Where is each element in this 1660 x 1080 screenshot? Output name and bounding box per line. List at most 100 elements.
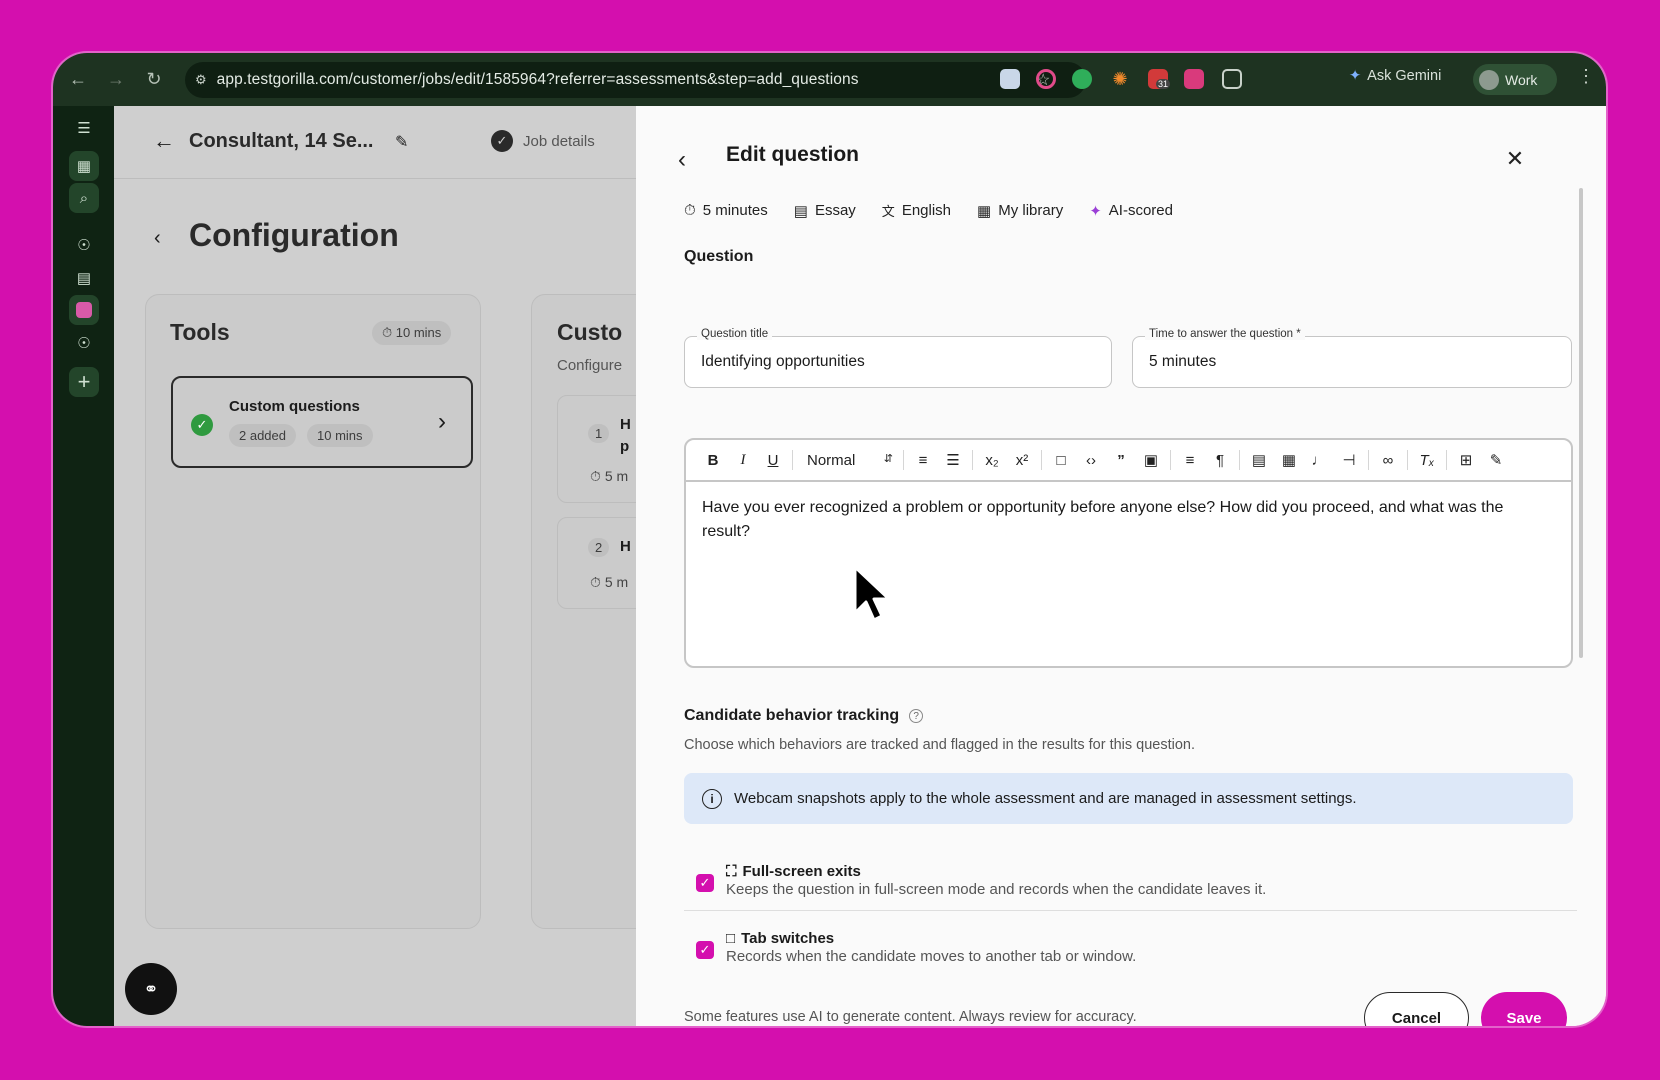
avatar bbox=[1479, 69, 1499, 90]
image-icon[interactable]: ▤ bbox=[1244, 445, 1274, 475]
collapse-menu-icon[interactable]: ☰ bbox=[69, 113, 99, 143]
floating-action-button[interactable]: ⚭ bbox=[125, 963, 177, 1015]
question-section-heading: Question bbox=[684, 248, 754, 265]
extension-icon-2[interactable] bbox=[1036, 69, 1056, 89]
ask-gemini-button[interactable]: ✦ Ask Gemini bbox=[1349, 68, 1441, 84]
tools-duration: 10 mins bbox=[395, 325, 442, 340]
extension-icon-6[interactable] bbox=[1184, 69, 1204, 89]
search-list-icon[interactable]: ⌕ bbox=[69, 183, 99, 213]
link-icon[interactable]: ∞ bbox=[1373, 445, 1403, 475]
meta-language: 文 English bbox=[882, 201, 951, 220]
site-settings-icon[interactable]: ⚙ bbox=[195, 72, 207, 88]
table-edit-icon[interactable]: ✎ bbox=[1481, 445, 1511, 475]
tracking-title: Candidate behavior tracking bbox=[684, 707, 900, 724]
save-button[interactable]: Save bbox=[1481, 992, 1567, 1026]
brand-icon[interactable] bbox=[69, 295, 99, 325]
sparkle-icon: ✦ bbox=[1089, 202, 1102, 220]
fullscreen-icon: ⛶ bbox=[726, 863, 737, 880]
custom-panel-subtitle: Configure bbox=[557, 357, 623, 374]
meta-time: ⏱ 5 minutes bbox=[684, 201, 768, 220]
attachment-icon[interactable]: ⊣ bbox=[1334, 445, 1364, 475]
extensions-puzzle-icon[interactable] bbox=[1222, 69, 1242, 89]
scrollbar[interactable] bbox=[1579, 188, 1583, 658]
page-title: Configuration bbox=[189, 217, 399, 253]
video-icon[interactable]: ▦ bbox=[1274, 445, 1304, 475]
meta-scoring: ✦ AI-scored bbox=[1089, 201, 1173, 220]
ordered-list-icon[interactable]: ≡ bbox=[908, 445, 938, 475]
forward-icon[interactable]: → bbox=[103, 67, 129, 93]
back-chevron-icon[interactable]: ‹ bbox=[678, 146, 686, 174]
question-time: ⏱ 5 m bbox=[590, 574, 629, 590]
time-to-answer-label: Time to answer the question * bbox=[1145, 328, 1305, 340]
quote-icon[interactable]: ” bbox=[1106, 445, 1136, 475]
profile-button[interactable]: Work bbox=[1473, 64, 1557, 95]
bullet-list-icon[interactable]: ☰ bbox=[938, 445, 968, 475]
subscript-icon[interactable]: x₂ bbox=[977, 445, 1007, 475]
tab-switches-checkbox[interactable]: ✓ bbox=[696, 941, 714, 959]
browser-menu-icon[interactable]: ⋮ bbox=[1577, 66, 1595, 87]
app-sidebar: ☰ ▦ ⌕ ☉ ▤ ☉ + bbox=[53, 106, 114, 1026]
grammarly-icon[interactable] bbox=[1072, 69, 1092, 89]
gemini-icon: ✦ bbox=[1349, 68, 1362, 84]
back-arrow-icon[interactable]: ← bbox=[153, 128, 175, 154]
glasses-icon: ⚭ bbox=[143, 978, 159, 999]
extension-burst-icon[interactable]: ✺ bbox=[1110, 69, 1130, 89]
edit-question-panel: ‹ Edit question ✕ ⏱ 5 minutes ▤ Essay 文 Eng… bbox=[636, 106, 1606, 1026]
add-icon[interactable]: + bbox=[69, 367, 99, 397]
audio-icon[interactable]: ♩ bbox=[1304, 445, 1334, 475]
question-title-field[interactable]: Question title Identifying opportunities bbox=[684, 328, 1112, 388]
extension-icon-1[interactable] bbox=[1000, 69, 1020, 89]
close-icon[interactable]: ✕ bbox=[1500, 144, 1530, 174]
cancel-button[interactable]: Cancel bbox=[1364, 992, 1469, 1026]
underline-icon[interactable]: U bbox=[758, 445, 788, 475]
custom-questions-card[interactable]: ✓ Custom questions 2 added 10 mins › bbox=[171, 376, 473, 468]
question-title-partial: H bbox=[620, 538, 631, 555]
edit-pencil-icon[interactable]: ✎ bbox=[395, 132, 408, 152]
question-card-1[interactable]: 1 H p ⏱ 5 m bbox=[557, 395, 636, 503]
toolbar-divider bbox=[972, 450, 973, 470]
address-bar[interactable]: ⚙ app.testgorilla.com/customer/jobs/edit… bbox=[185, 62, 1086, 98]
inline-code-icon[interactable]: ‹› bbox=[1076, 445, 1106, 475]
question-card-2[interactable]: 2 H ⏱ 5 m bbox=[557, 517, 636, 609]
fullscreen-exits-title: ⛶ Full-screen exits bbox=[726, 863, 861, 880]
dashboard-icon[interactable]: ▦ bbox=[69, 151, 99, 181]
custom-panel-title: Custo bbox=[557, 319, 623, 345]
job-details-step[interactable]: Job details bbox=[523, 133, 595, 150]
question-time-value: 5 m bbox=[604, 468, 629, 484]
chrome-icon[interactable]: ☉ bbox=[69, 230, 99, 260]
calendar-extension-icon[interactable]: 31 bbox=[1148, 69, 1171, 89]
tracking-heading: Candidate behavior tracking ? bbox=[684, 707, 924, 725]
toolbar-divider bbox=[1239, 450, 1240, 470]
meta-source: ▦ My library bbox=[977, 201, 1063, 220]
reload-icon[interactable]: ↻ bbox=[141, 67, 167, 93]
question-number: 1 bbox=[588, 424, 610, 443]
embed-icon[interactable]: ▣ bbox=[1136, 445, 1166, 475]
custom-questions-panel: Custo Configure 1 H p ⏱ 5 m 2 H ⏱ 5 m bbox=[531, 294, 636, 929]
time-to-answer-field[interactable]: Time to answer the question * 5 minutes bbox=[1132, 328, 1572, 388]
superscript-icon[interactable]: x² bbox=[1007, 445, 1037, 475]
fullscreen-exits-desc: Keeps the question in full-screen mode a… bbox=[726, 881, 1267, 898]
fullscreen-exits-label: Full-screen exits bbox=[742, 863, 861, 880]
code-block-icon[interactable]: □ bbox=[1046, 445, 1076, 475]
fullscreen-exits-checkbox[interactable]: ✓ bbox=[696, 874, 714, 892]
rich-text-editor[interactable]: B I U Normal ⇵ ≡ ☰ x₂ x² □ ‹› ” ▣ ≡ ¶ ▤ … bbox=[684, 438, 1573, 668]
browser-toolbar: ← → ↻ ⚙ app.testgorilla.com/customer/job… bbox=[53, 53, 1606, 106]
insert-table-icon[interactable]: ⊞ bbox=[1451, 445, 1481, 475]
clear-format-icon[interactable]: Tₓ bbox=[1412, 445, 1442, 475]
italic-icon[interactable]: I bbox=[728, 445, 758, 475]
help-circle-icon[interactable]: ? bbox=[909, 709, 924, 723]
bold-icon[interactable]: B bbox=[698, 445, 728, 475]
format-select[interactable]: Normal ⇵ bbox=[797, 452, 899, 469]
format-select-value: Normal bbox=[807, 451, 856, 469]
question-title-value: Identifying opportunities bbox=[701, 353, 865, 370]
editor-content[interactable]: Have you ever recognized a problem or op… bbox=[686, 482, 1571, 558]
document-icon: ▤ bbox=[793, 202, 808, 220]
chevron-left-icon[interactable]: ‹ bbox=[154, 227, 161, 250]
back-icon[interactable]: ← bbox=[65, 67, 91, 93]
document-icon[interactable]: ▤ bbox=[69, 263, 99, 293]
select-arrows-icon: ⇵ bbox=[883, 452, 893, 465]
text-direction-icon[interactable]: ¶ bbox=[1205, 445, 1235, 475]
job-header: ← Consultant, 14 Se... ✎ ✓ Job details bbox=[114, 106, 636, 179]
align-icon[interactable]: ≡ bbox=[1175, 445, 1205, 475]
chrome-icon-2[interactable]: ☉ bbox=[69, 328, 99, 358]
